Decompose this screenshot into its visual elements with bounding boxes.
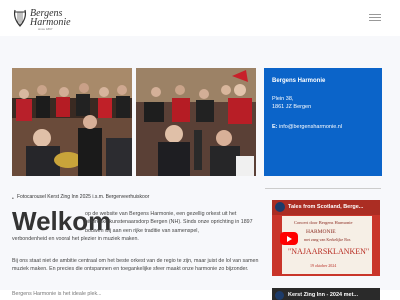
intro-text-continued: verbondenheid en vooral het plezier in m… (12, 236, 139, 242)
site-header: Bergens Harmonie since 1897 (0, 0, 400, 36)
carousel-photo-2 (136, 68, 256, 176)
carousel-caption: Fotocarousel Kerst Zing Inn 2025 i.s.m. … (17, 194, 150, 200)
photo-carousel[interactable] (12, 68, 256, 176)
sidebar-divider (265, 188, 381, 189)
caption-bullet-icon: • (12, 196, 14, 202)
contact-email-link[interactable]: info@bergensharmonie.nl (279, 124, 342, 130)
logo-since: since 1897 (38, 27, 53, 31)
poster-line-3: met zang van Kerkelijke Bos (304, 237, 351, 242)
hamburger-menu-icon[interactable] (369, 12, 381, 23)
poster-line-2: HARMONIE (306, 229, 336, 235)
intro-paragraph-2: Bij ons staat niet de ambitie centraal o… (12, 258, 259, 273)
site-logo[interactable]: Bergens Harmonie since 1897 (12, 6, 82, 32)
contact-card: Bergens Harmonie Plein 38, 1861 JZ Berge… (264, 68, 382, 176)
intro-text: op de website van Bergens Harmonie, een … (85, 211, 253, 234)
video-title-2[interactable]: Kerst Zing Inn - 2024 met... (288, 292, 358, 298)
lyre-logo-icon (13, 9, 27, 27)
video-title[interactable]: Tales from Scotland, Berge... (288, 204, 363, 210)
poster-headline: "NAJAARSKLANKEN" (288, 247, 370, 256)
carousel-photo-1 (12, 68, 132, 176)
youtube-video-embed[interactable]: Tales from Scotland, Berge... Concert do… (272, 200, 380, 276)
channel-avatar-2[interactable] (275, 291, 284, 300)
contact-email-label: E: (272, 124, 278, 130)
poster-date: 19 oktober 2024 (310, 263, 337, 268)
youtube-video-embed-2[interactable]: Kerst Zing Inn - 2024 met... (272, 288, 380, 300)
channel-avatar[interactable] (275, 202, 285, 212)
intro-paragraph-3: Bergens Harmonie is het ideale plek... (12, 291, 102, 297)
play-icon[interactable] (280, 232, 298, 245)
poster-line-1: Concert door Bergens Harmonie (294, 220, 353, 225)
contact-address-line2: 1861 JZ Bergen (272, 104, 312, 110)
contact-address-line1: Plein 38, (272, 96, 294, 102)
contact-title: Bergens Harmonie (272, 78, 326, 84)
